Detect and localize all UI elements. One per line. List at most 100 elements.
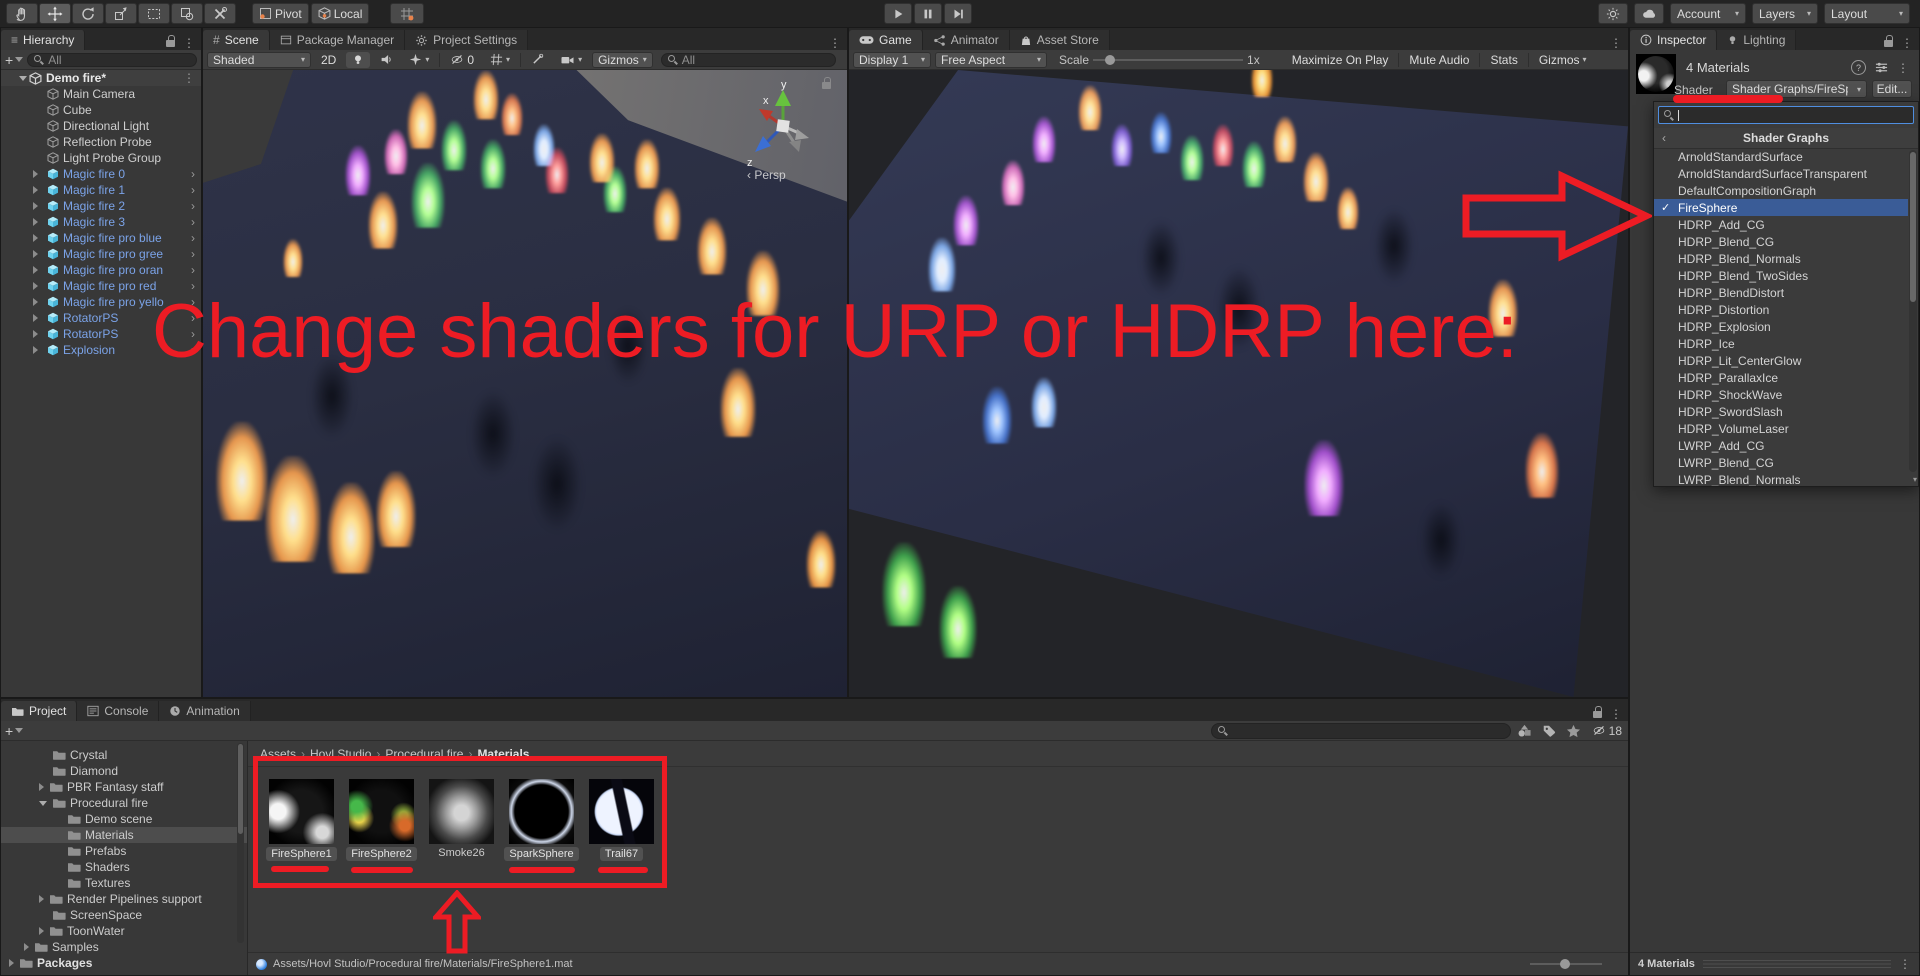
favorites-star-icon[interactable] <box>1566 724 1581 738</box>
effects-dropdown[interactable]: ▾ <box>403 52 435 68</box>
local-toggle[interactable]: Local <box>311 3 370 24</box>
preview-resize-handle[interactable] <box>1703 960 1891 968</box>
prefab-open-icon[interactable]: › <box>191 295 195 309</box>
tab-game[interactable]: Game <box>849 30 923 50</box>
shader-list-item[interactable]: LWRP_Add_CG <box>1654 437 1908 454</box>
shader-list-item[interactable]: LWRP_Blend_Normals <box>1654 471 1908 486</box>
project-tree-item[interactable]: Demo scene <box>1 811 247 827</box>
tab-hierarchy[interactable]: ≡Hierarchy <box>1 30 85 50</box>
preview-packages-button[interactable] <box>1598 3 1628 24</box>
pause-button[interactable] <box>914 3 942 24</box>
shader-list-item[interactable]: HDRP_Blend_CG <box>1654 233 1908 250</box>
grid-visibility-dropdown[interactable]: ▾ <box>484 52 516 68</box>
hierarchy-item[interactable]: Light Probe Group <box>1 150 201 166</box>
inspector-footer[interactable]: 4 Materials ⋮ <box>1630 952 1919 975</box>
shader-list-item[interactable]: HDRP_Blend_TwoSides <box>1654 267 1908 284</box>
prefab-open-icon[interactable]: › <box>191 263 195 277</box>
tab-project-settings[interactable]: Project Settings <box>405 30 528 50</box>
perspective-label[interactable]: ‹ Persp <box>747 168 786 182</box>
draw-mode-dropdown[interactable]: Shaded▾ <box>207 52 311 68</box>
scene-viewport[interactable]: y x z ‹ Persp <box>203 70 847 697</box>
maximize-on-play-toggle[interactable]: Maximize On Play <box>1286 52 1395 68</box>
breadcrumb-item[interactable]: Hovl Studio <box>310 747 371 761</box>
project-tree-item[interactable]: Materials <box>1 827 247 843</box>
shader-list-item[interactable]: HDRP_Blend_Normals <box>1654 250 1908 267</box>
prefab-open-icon[interactable]: › <box>191 311 195 325</box>
hand-tool-button[interactable] <box>6 3 38 24</box>
breadcrumb-item[interactable]: Assets <box>260 747 296 761</box>
custom-tool-button[interactable] <box>204 3 236 24</box>
hierarchy-item[interactable]: Magic fire pro yello› <box>1 294 201 310</box>
scale-slider[interactable] <box>1093 53 1243 67</box>
scene-menu-icon[interactable]: ⋮ <box>183 71 195 85</box>
project-tree-item[interactable]: Textures <box>1 875 247 891</box>
tree-scrollbar[interactable] <box>237 743 244 943</box>
tab-animator[interactable]: Animator <box>923 30 1010 50</box>
grid-snap-button[interactable] <box>390 3 424 24</box>
lock-icon[interactable] <box>166 40 175 47</box>
hierarchy-item[interactable]: Magic fire pro red› <box>1 278 201 294</box>
tab-package-manager[interactable]: Package Manager <box>270 30 405 50</box>
lock-icon[interactable] <box>1593 711 1602 718</box>
context-menu-icon[interactable]: ⋮ <box>1899 957 1911 971</box>
orientation-gizmo[interactable]: y x z ‹ Persp <box>737 76 833 186</box>
shader-list-scrollbar[interactable] <box>1909 150 1917 472</box>
game-viewport[interactable] <box>849 70 1628 697</box>
shader-list-item[interactable]: HDRP_ShockWave <box>1654 386 1908 403</box>
hierarchy-scene-row[interactable]: Demo fire*⋮ <box>1 70 201 86</box>
hierarchy-item[interactable]: Magic fire pro gree› <box>1 246 201 262</box>
panel-menu-icon[interactable]: ⋮ <box>1610 36 1622 50</box>
material-item[interactable]: Trail67 <box>589 779 654 861</box>
tab-scene[interactable]: #Scene <box>203 30 270 50</box>
project-tree-item[interactable]: PBR Fantasy staff <box>1 779 247 795</box>
hierarchy-item[interactable]: RotatorPS› <box>1 326 201 342</box>
shader-list-item[interactable]: ArnoldStandardSurface <box>1654 148 1908 165</box>
back-icon[interactable]: ‹ <box>1662 131 1666 145</box>
scene-audio-toggle[interactable] <box>374 52 399 68</box>
shader-list-item[interactable]: HDRP_Ice <box>1654 335 1908 352</box>
prefab-open-icon[interactable]: › <box>191 215 195 229</box>
panel-menu-icon[interactable]: ⋮ <box>829 36 841 50</box>
hierarchy-item[interactable]: Magic fire 2› <box>1 198 201 214</box>
hidden-count-icon[interactable] <box>1591 724 1607 737</box>
shader-list-item[interactable]: ✓FireSphere <box>1654 199 1908 216</box>
shader-list-item[interactable]: HDRP_ParallaxIce <box>1654 369 1908 386</box>
project-tree-item[interactable]: Packages <box>1 955 247 971</box>
project-search-input[interactable] <box>1211 723 1511 739</box>
panel-menu-icon[interactable]: ⋮ <box>1901 36 1913 50</box>
scene-gizmos-dropdown[interactable]: Gizmos▾ <box>592 52 653 68</box>
prefab-open-icon[interactable]: › <box>191 343 195 357</box>
scene-tools-button[interactable] <box>525 52 550 68</box>
transform-tool-button[interactable] <box>171 3 203 24</box>
project-tree-item[interactable]: ScreenSpace <box>1 907 247 923</box>
tab-asset-store[interactable]: Asset Store <box>1010 30 1110 50</box>
tab-lighting[interactable]: Lighting <box>1717 30 1796 50</box>
shader-edit-button[interactable]: Edit... <box>1872 80 1912 98</box>
shader-dropdown[interactable]: Shader Graphs/FireSp▾ <box>1726 80 1867 98</box>
mute-audio-toggle[interactable]: Mute Audio <box>1403 52 1475 68</box>
shader-list-item[interactable]: ArnoldStandardSurfaceTransparent <box>1654 165 1908 182</box>
shader-list-item[interactable]: HDRP_Add_CG <box>1654 216 1908 233</box>
lock-icon[interactable] <box>1884 40 1893 47</box>
stats-toggle[interactable]: Stats <box>1484 52 1523 68</box>
hierarchy-item[interactable]: Magic fire 1› <box>1 182 201 198</box>
material-item[interactable]: FireSphere1 <box>269 779 334 861</box>
shader-list-item[interactable]: DefaultCompositionGraph <box>1654 182 1908 199</box>
hierarchy-item[interactable]: Magic fire 0› <box>1 166 201 182</box>
scene-visibility-toggle[interactable]: 0 <box>444 52 480 68</box>
display-dropdown[interactable]: Display 1▾ <box>853 52 931 68</box>
prefab-open-icon[interactable]: › <box>191 247 195 261</box>
help-icon[interactable]: ? <box>1851 60 1866 75</box>
2d-toggle[interactable]: 2D <box>315 52 342 68</box>
material-item[interactable]: SparkSphere <box>509 779 574 861</box>
hierarchy-item[interactable]: Magic fire pro blue› <box>1 230 201 246</box>
tab-console[interactable]: Console <box>77 701 159 721</box>
hierarchy-item[interactable]: Main Camera <box>1 86 201 102</box>
aspect-dropdown[interactable]: Free Aspect▾ <box>935 52 1047 68</box>
scene-search-input[interactable]: All <box>661 53 836 67</box>
presets-icon[interactable] <box>1875 61 1888 74</box>
hierarchy-item[interactable]: Explosion› <box>1 342 201 358</box>
tab-project[interactable]: Project <box>1 701 77 721</box>
hierarchy-item[interactable]: RotatorPS› <box>1 310 201 326</box>
material-item[interactable]: FireSphere2 <box>349 779 414 861</box>
